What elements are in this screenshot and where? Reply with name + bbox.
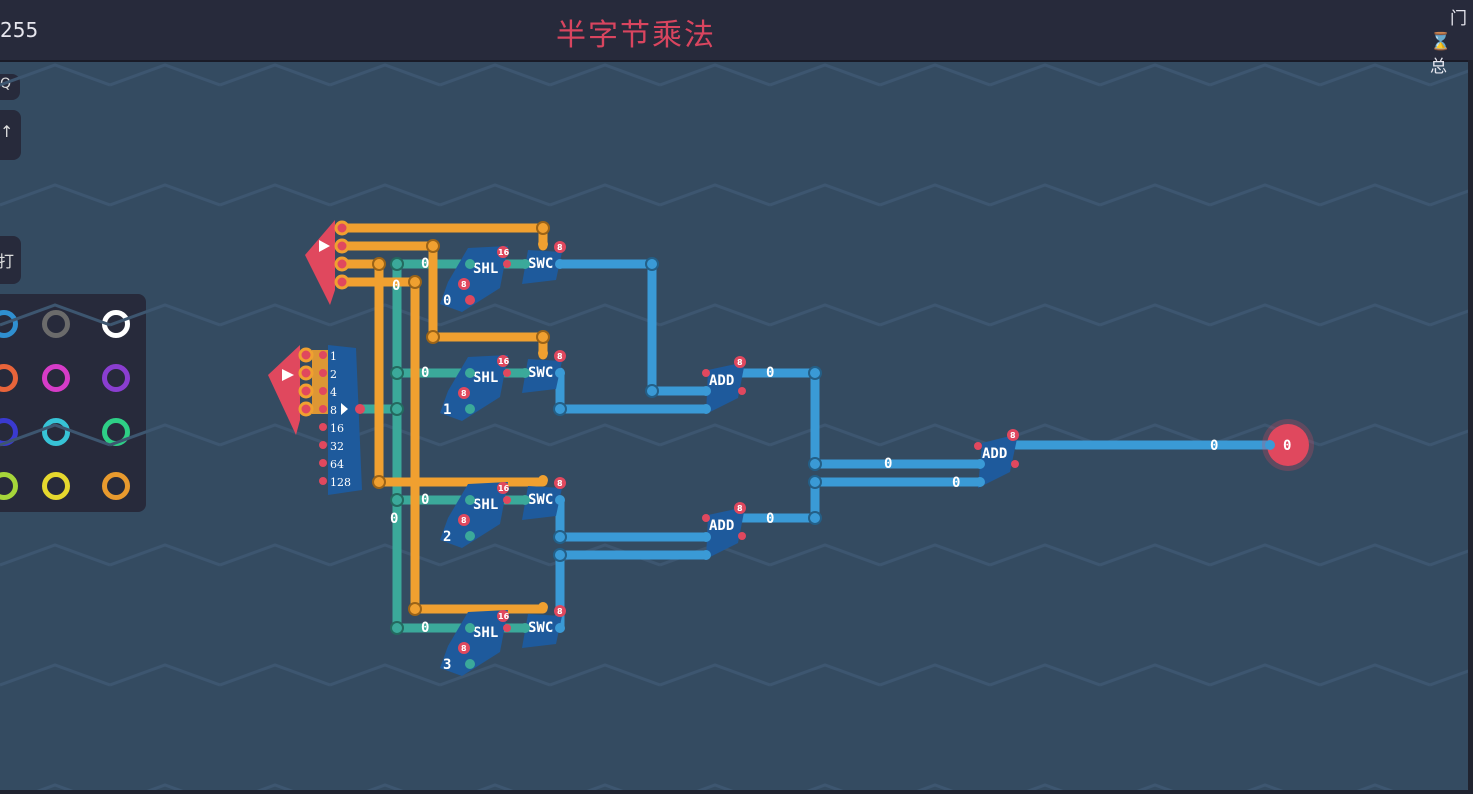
add-label: ADD: [982, 446, 1007, 462]
swc-label: SWC: [528, 492, 553, 508]
wire-value: 0: [1210, 438, 1218, 454]
svg-text:8: 8: [557, 479, 563, 488]
wire-value: 0: [766, 365, 774, 381]
wire-value: 0: [421, 365, 429, 381]
svg-text:16: 16: [498, 612, 510, 621]
circuit-canvas[interactable]: 0 0 0 0 0 0 0 0 0 0 0 1 2 4 8 16 32 64 1…: [0, 0, 1473, 794]
svg-text:8: 8: [557, 607, 563, 616]
svg-text:8: 8: [330, 404, 337, 417]
svg-text:8: 8: [737, 358, 743, 367]
svg-text:8: 8: [557, 243, 563, 252]
svg-text:8: 8: [461, 280, 467, 289]
add-label: ADD: [709, 518, 734, 534]
svg-text:32: 32: [330, 440, 344, 453]
svg-text:16: 16: [498, 248, 510, 257]
wire-value: 0: [421, 492, 429, 508]
svg-text:16: 16: [498, 484, 510, 493]
shl-label: SHL: [473, 497, 498, 513]
shl-label: SHL: [473, 625, 498, 641]
shift-amount: 2: [443, 529, 451, 545]
wire-value: 0: [421, 256, 429, 272]
svg-text:16: 16: [330, 422, 344, 435]
output-display[interactable]: 0: [1262, 419, 1314, 471]
swc-label: SWC: [528, 256, 553, 272]
svg-text:128: 128: [330, 476, 351, 489]
swc-label: SWC: [528, 620, 553, 636]
wire-value: 0: [884, 456, 892, 472]
svg-text:8: 8: [461, 644, 467, 653]
svg-text:64: 64: [330, 458, 344, 471]
shift-amount: 1: [443, 402, 451, 418]
wire-value: 0: [390, 511, 398, 527]
output-value: 0: [1283, 438, 1291, 454]
svg-text:1: 1: [330, 350, 337, 363]
wire-value: 0: [392, 278, 400, 294]
svg-text:16: 16: [498, 357, 510, 366]
canvas-background-pattern: [0, 62, 1468, 790]
wire-value: 0: [952, 475, 960, 491]
shift-amount: 0: [443, 293, 451, 309]
svg-text:8: 8: [461, 389, 467, 398]
wire-value: 0: [766, 511, 774, 527]
shift-amount: 3: [443, 657, 451, 673]
svg-text:8: 8: [461, 516, 467, 525]
add-label: ADD: [709, 373, 734, 389]
shl-label: SHL: [473, 261, 498, 277]
svg-text:8: 8: [737, 504, 743, 513]
wire-value: 0: [421, 620, 429, 636]
svg-text:8: 8: [557, 352, 563, 361]
svg-text:8: 8: [1010, 431, 1016, 440]
svg-text:2: 2: [330, 368, 337, 381]
swc-label: SWC: [528, 365, 553, 381]
svg-text:4: 4: [330, 386, 337, 399]
shl-label: SHL: [473, 370, 498, 386]
